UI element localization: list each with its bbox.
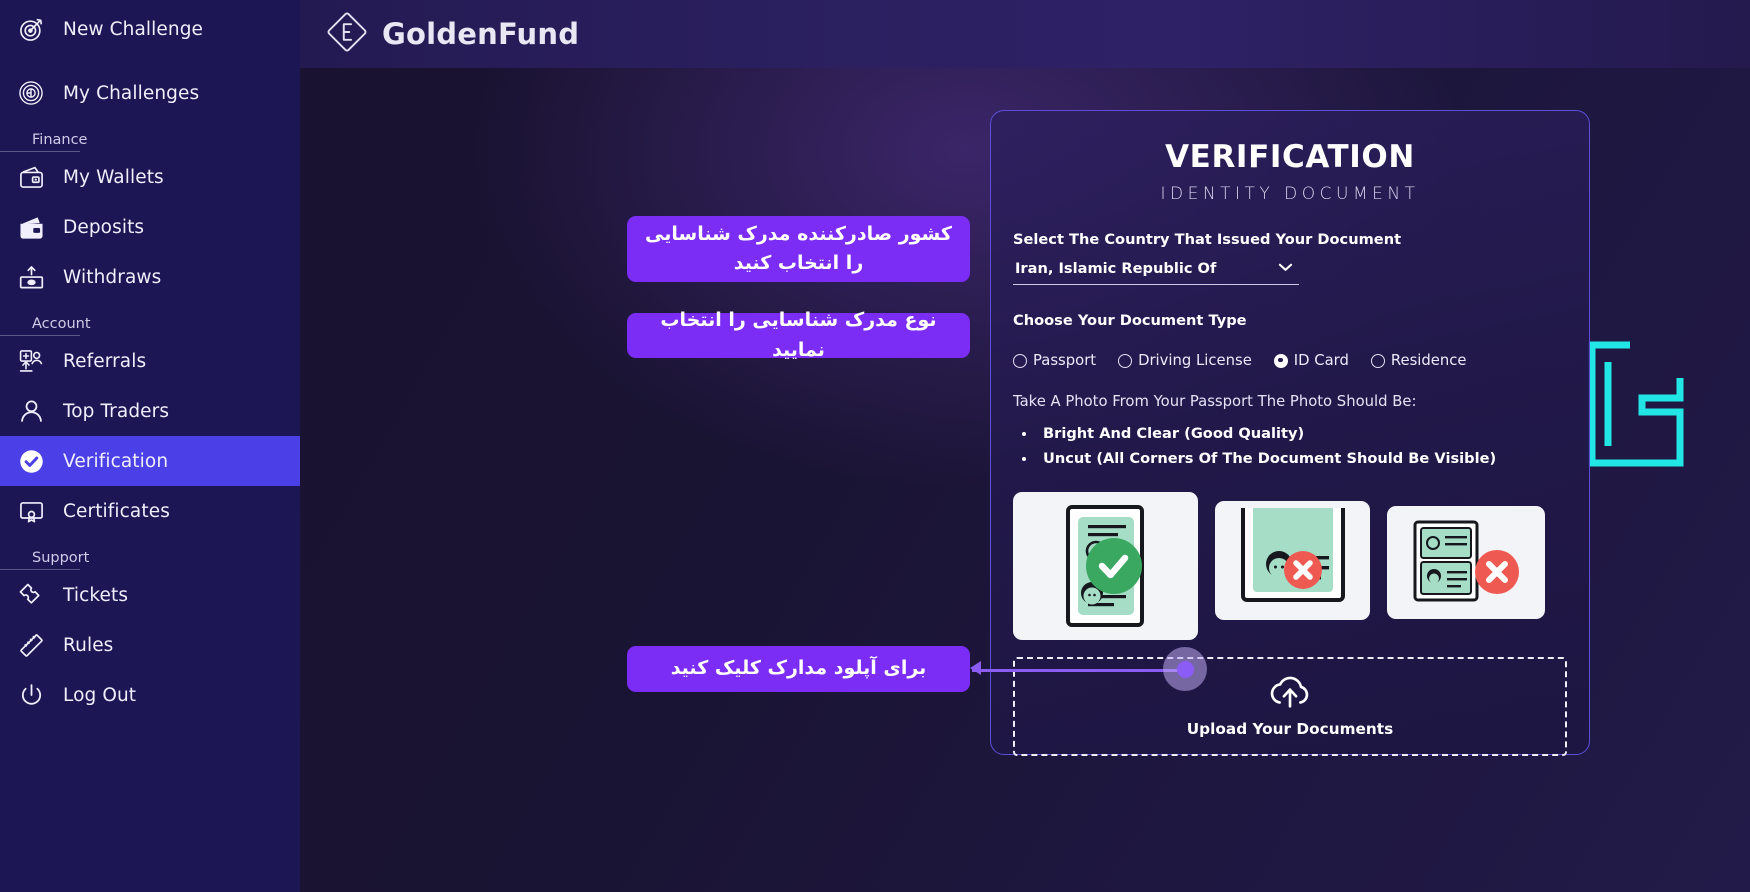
upload-label: Upload Your Documents — [1186, 719, 1394, 738]
sidebar-item-my-challenges[interactable]: My Challenges — [0, 68, 300, 118]
sidebar-item-verification[interactable]: Verification — [0, 436, 300, 486]
sidebar-item-tickets[interactable]: Tickets — [0, 570, 300, 620]
certificate-icon — [16, 496, 46, 526]
ticket-icon — [16, 580, 46, 610]
radio-label: Passport — [1033, 352, 1097, 369]
app-root: New Challenge My Challenges Finance My W… — [0, 0, 1750, 892]
watermark-logo-icon — [1584, 340, 1688, 472]
cursor-pointer-indicator — [1163, 647, 1207, 691]
card-title: VERIFICATION — [1165, 139, 1415, 175]
sample-blurry — [1387, 505, 1545, 619]
sidebar-item-referrals[interactable]: Referrals — [0, 336, 300, 386]
sidebar-section-label: Finance — [32, 132, 88, 148]
chevron-down-icon — [1278, 262, 1293, 275]
annotation-arrow-head-icon — [970, 661, 981, 675]
sidebar-item-deposits[interactable]: Deposits — [0, 202, 300, 252]
wallet-icon — [16, 162, 46, 192]
photo-rule-item: Uncut (All Corners Of The Document Shoul… — [1037, 447, 1567, 472]
sidebar-item-label: My Challenges — [63, 82, 200, 104]
sidebar-item-label: Referrals — [63, 350, 147, 372]
verification-card: VERIFICATION IDENTITY DOCUMENT Select Th… — [990, 110, 1590, 756]
sidebar-section-account: Account — [0, 302, 300, 336]
sample-images — [1013, 491, 1567, 640]
sidebar-section-support: Support — [0, 536, 300, 570]
sidebar-item-label: Deposits — [63, 216, 145, 238]
sample-good — [1013, 491, 1198, 640]
radio-circle-selected-icon — [1273, 353, 1288, 368]
sidebar-item-label: Rules — [63, 634, 114, 656]
check-badge-icon — [16, 446, 46, 476]
sidebar-item-withdraws[interactable]: Withdraws — [0, 252, 300, 302]
doc-type-radio-group: Passport Driving License ID Card Residen… — [1013, 352, 1567, 369]
sidebar-section-label: Support — [32, 550, 90, 566]
radio-residence[interactable]: Residence — [1370, 352, 1467, 369]
sidebar-item-log-out[interactable]: Log Out — [0, 670, 300, 720]
radio-driving-license[interactable]: Driving License — [1118, 352, 1252, 369]
sidebar-item-certificates[interactable]: Certificates — [0, 486, 300, 536]
referrals-icon — [16, 346, 46, 376]
radio-label: Driving License — [1138, 352, 1252, 369]
sidebar-item-label: Log Out — [63, 684, 137, 706]
sidebar-item-label: Top Traders — [63, 400, 170, 422]
sidebar-item-label: Certificates — [63, 500, 170, 522]
country-select-value: Iran, Islamic Republic Of — [1015, 260, 1217, 277]
doc-type-label: Choose Your Document Type — [1013, 312, 1247, 329]
sidebar-item-label: Withdraws — [63, 266, 162, 288]
diamond-logo-icon — [325, 10, 369, 58]
sidebar-item-rules[interactable]: Rules — [0, 620, 300, 670]
radio-label: ID Card — [1293, 352, 1349, 369]
callout-country: کشور صادرکننده مدرک شناسایی را انتخاب کن… — [627, 216, 970, 282]
country-select[interactable]: Iran, Islamic Republic Of — [1013, 258, 1299, 285]
sidebar-item-label: New Challenge — [63, 18, 204, 40]
country-label: Select The Country That Issued Your Docu… — [1013, 231, 1402, 248]
radio-circle-icon — [1370, 353, 1385, 368]
sidebar-section-label: Account — [32, 316, 91, 332]
sidebar-item-top-traders[interactable]: Top Traders — [0, 386, 300, 436]
brand-name: GoldenFund — [382, 17, 580, 51]
user-icon — [16, 396, 46, 426]
ruler-icon — [16, 630, 46, 660]
radio-label: Residence — [1390, 352, 1467, 369]
cloud-upload-icon — [1267, 675, 1313, 715]
radio-id-card[interactable]: ID Card — [1273, 352, 1349, 369]
sidebar-item-label: Tickets — [63, 584, 129, 606]
radio-circle-icon — [1118, 353, 1133, 368]
callout-doc-type: نوع مدرک شناسایی را انتخاب نمایید — [627, 309, 970, 361]
photo-instruction: Take A Photo From Your Passport The Phot… — [1013, 393, 1417, 410]
sidebar-item-label: My Wallets — [63, 166, 164, 188]
radio-circle-icon — [1013, 353, 1027, 368]
annotation-arrow-line — [972, 669, 1190, 672]
sidebar-item-my-wallets[interactable]: My Wallets — [0, 152, 300, 202]
callout-upload: برای آپلود مدارک کلیک کنید — [627, 646, 970, 692]
sidebar-item-new-challenge[interactable]: New Challenge — [0, 4, 300, 54]
withdraw-icon — [16, 262, 46, 292]
radio-passport[interactable]: Passport — [1013, 352, 1096, 369]
deposit-icon — [16, 212, 46, 242]
brand-logo[interactable]: GoldenFund — [325, 10, 579, 58]
sidebar: New Challenge My Challenges Finance My W… — [0, 0, 300, 892]
maze-icon — [16, 78, 46, 108]
top-bar: GoldenFund — [300, 0, 1750, 68]
sample-cropped — [1215, 500, 1370, 620]
power-icon — [16, 680, 46, 710]
target-icon — [16, 14, 46, 44]
photo-rule-item: Bright And Clear (Good Quality) — [1037, 422, 1567, 447]
main-area: Account | Verification GoldenFund — [300, 0, 1750, 892]
sidebar-item-label: Verification — [63, 450, 169, 472]
photo-rules-list: Bright And Clear (Good Quality) Uncut (A… — [1037, 422, 1567, 472]
sidebar-section-finance: Finance — [0, 118, 300, 152]
card-subtitle: IDENTITY DOCUMENT — [1160, 184, 1420, 204]
